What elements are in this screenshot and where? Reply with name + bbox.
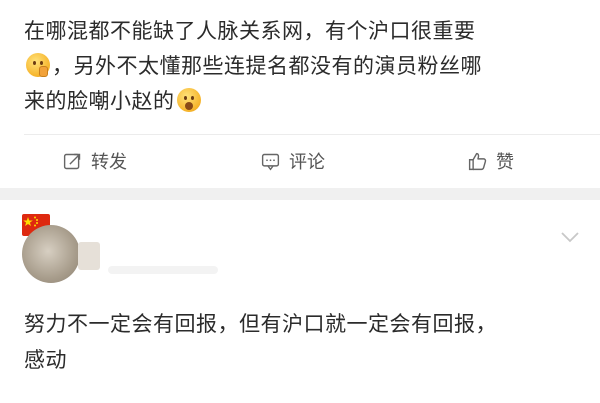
comment-button[interactable]: 评论: [260, 148, 325, 174]
repost-label: 转发: [91, 152, 127, 173]
post-line-2-text: ，另外不太懂那些连提名都没有的演员粉丝哪: [52, 54, 482, 78]
post-line-3: 来的脸嘲小赵的: [24, 84, 584, 119]
astonished-face-icon: [176, 88, 201, 112]
post-line-3-text: 来的脸嘲小赵的: [24, 89, 175, 113]
comment-label: 评论: [289, 152, 325, 173]
post-actions: 转发 评论 赞: [0, 140, 600, 182]
comment-line-2: 感动: [24, 348, 67, 372]
post-line-1: 在哪混都不能缺了人脉关系网，有个沪口很重要: [24, 19, 476, 43]
repost-button[interactable]: 转发: [62, 148, 127, 174]
like-label: 赞: [496, 152, 514, 173]
section-gap: [0, 188, 600, 200]
comment-line-1: 努力不一定会有回报，但有沪口就一定会有回报，: [24, 312, 497, 336]
username-blur-mask: [108, 266, 218, 274]
comment-text: 努力不一定会有回报，但有沪口就一定会有回报， 感动: [24, 306, 584, 378]
thumbs-up-icon: [468, 152, 487, 170]
chevron-down-icon[interactable]: [560, 230, 580, 244]
post-text: 在哪混都不能缺了人脉关系网，有个沪口很重要 ，另外不太懂那些连提名都没有的演员粉…: [24, 14, 584, 119]
comment-icon: [261, 153, 280, 171]
divider: [24, 134, 600, 135]
repost-icon: [63, 153, 81, 169]
post-line-2: ，另外不太懂那些连提名都没有的演员粉丝哪: [24, 49, 584, 84]
avatar-blur-mask: [78, 242, 100, 270]
shush-face-icon: [26, 53, 50, 77]
like-button[interactable]: 赞: [467, 148, 514, 174]
avatar[interactable]: [22, 225, 80, 283]
